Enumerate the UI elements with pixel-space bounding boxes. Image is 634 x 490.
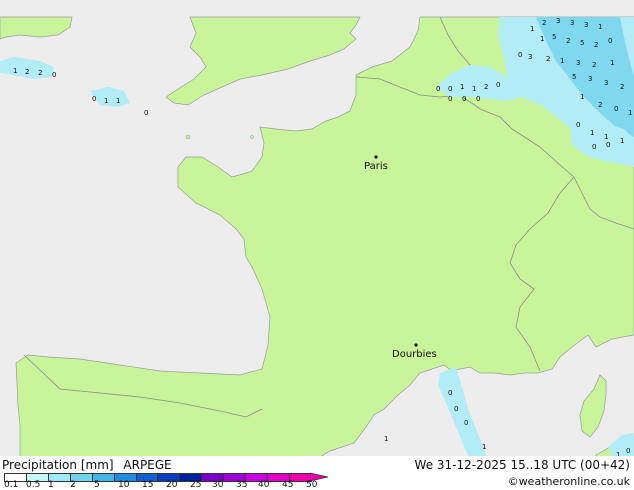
svg-text:2: 2 (484, 83, 488, 91)
scale-label: 45 (282, 480, 294, 490)
svg-text:2: 2 (566, 37, 570, 45)
svg-text:0: 0 (436, 85, 440, 93)
city-marker (414, 343, 418, 347)
svg-text:0: 0 (144, 109, 148, 117)
precip-title: Precipitation [mm] (2, 458, 114, 472)
scale-label: 0.5 (26, 480, 41, 490)
svg-text:0: 0 (626, 447, 630, 455)
svg-text:1: 1 (598, 23, 602, 31)
scale-label: 10 (118, 480, 130, 490)
scale-label: 0.1 (4, 480, 19, 490)
svg-text:3: 3 (570, 19, 574, 27)
scale-label: 25 (190, 480, 202, 490)
svg-text:1: 1 (104, 97, 108, 105)
svg-text:3: 3 (584, 21, 588, 29)
svg-text:0: 0 (454, 405, 458, 413)
svg-text:1: 1 (590, 129, 594, 137)
svg-text:1: 1 (482, 443, 486, 451)
city-marker (374, 155, 378, 159)
svg-text:1: 1 (580, 93, 584, 101)
svg-text:1: 1 (540, 35, 544, 43)
svg-text:1: 1 (384, 435, 388, 443)
svg-text:2: 2 (594, 41, 598, 49)
svg-text:1: 1 (116, 97, 120, 105)
svg-text:5: 5 (572, 73, 576, 81)
svg-text:2: 2 (598, 101, 602, 109)
svg-text:5: 5 (580, 39, 584, 47)
svg-text:0: 0 (448, 389, 452, 397)
svg-text:1: 1 (472, 85, 476, 93)
svg-text:0: 0 (462, 95, 466, 103)
channel-island (185, 134, 191, 140)
svg-text:1: 1 (530, 25, 534, 33)
precipitation-map: 12 20 01 10 00 11 20 00 00 12 33 31 15 2… (0, 16, 634, 474)
svg-text:0: 0 (608, 37, 612, 45)
scale-label: 50 (306, 480, 318, 490)
svg-text:1: 1 (628, 109, 632, 117)
svg-text:0: 0 (92, 95, 96, 103)
svg-text:0: 0 (464, 419, 468, 427)
svg-text:0: 0 (614, 105, 618, 113)
model-name: ARPEGE (123, 458, 172, 472)
svg-text:0: 0 (496, 81, 500, 89)
svg-text:3: 3 (576, 59, 580, 67)
svg-text:0: 0 (448, 85, 452, 93)
svg-text:1: 1 (604, 133, 608, 141)
svg-text:1: 1 (460, 83, 464, 91)
svg-text:0: 0 (476, 95, 480, 103)
scale-label: 30 (212, 480, 224, 490)
svg-text:2: 2 (620, 83, 624, 91)
scale-label: 1 (48, 480, 54, 490)
svg-text:2: 2 (546, 55, 550, 63)
scale-label: 20 (166, 480, 178, 490)
city-label: Paris (364, 161, 388, 172)
svg-text:3: 3 (528, 53, 532, 61)
svg-text:3: 3 (604, 79, 608, 87)
valid-datetime: We 31-12-2025 15..18 UTC (00+42) (414, 458, 630, 472)
svg-text:0: 0 (52, 71, 56, 79)
svg-text:0: 0 (448, 95, 452, 103)
svg-text:2: 2 (542, 19, 546, 27)
svg-text:5: 5 (552, 33, 556, 41)
svg-text:0: 0 (606, 141, 610, 149)
svg-text:0: 0 (576, 121, 580, 129)
scale-label: 40 (258, 480, 270, 490)
svg-text:1: 1 (620, 137, 624, 145)
city-label: Dourbies (392, 349, 437, 360)
scale-label: 2 (70, 480, 76, 490)
svg-text:3: 3 (588, 75, 592, 83)
svg-text:2: 2 (25, 68, 29, 76)
svg-text:2: 2 (38, 69, 42, 77)
svg-text:2: 2 (592, 61, 596, 69)
scale-label: 5 (94, 480, 100, 490)
svg-text:3: 3 (556, 17, 560, 25)
legend-title: Precipitation [mm] ARPEGE (2, 458, 172, 472)
scale-label: 15 (142, 480, 154, 490)
credit-link[interactable]: ©weatheronline.co.uk (508, 475, 630, 488)
svg-text:1: 1 (560, 57, 564, 65)
svg-text:1: 1 (610, 59, 614, 67)
svg-text:0: 0 (592, 143, 596, 151)
svg-text:0: 0 (518, 51, 522, 59)
scale-label: 35 (236, 480, 248, 490)
svg-text:1: 1 (13, 67, 17, 75)
channel-island (250, 135, 254, 139)
legend-footer: Precipitation [mm] ARPEGE We 31-12-2025 … (0, 456, 634, 490)
